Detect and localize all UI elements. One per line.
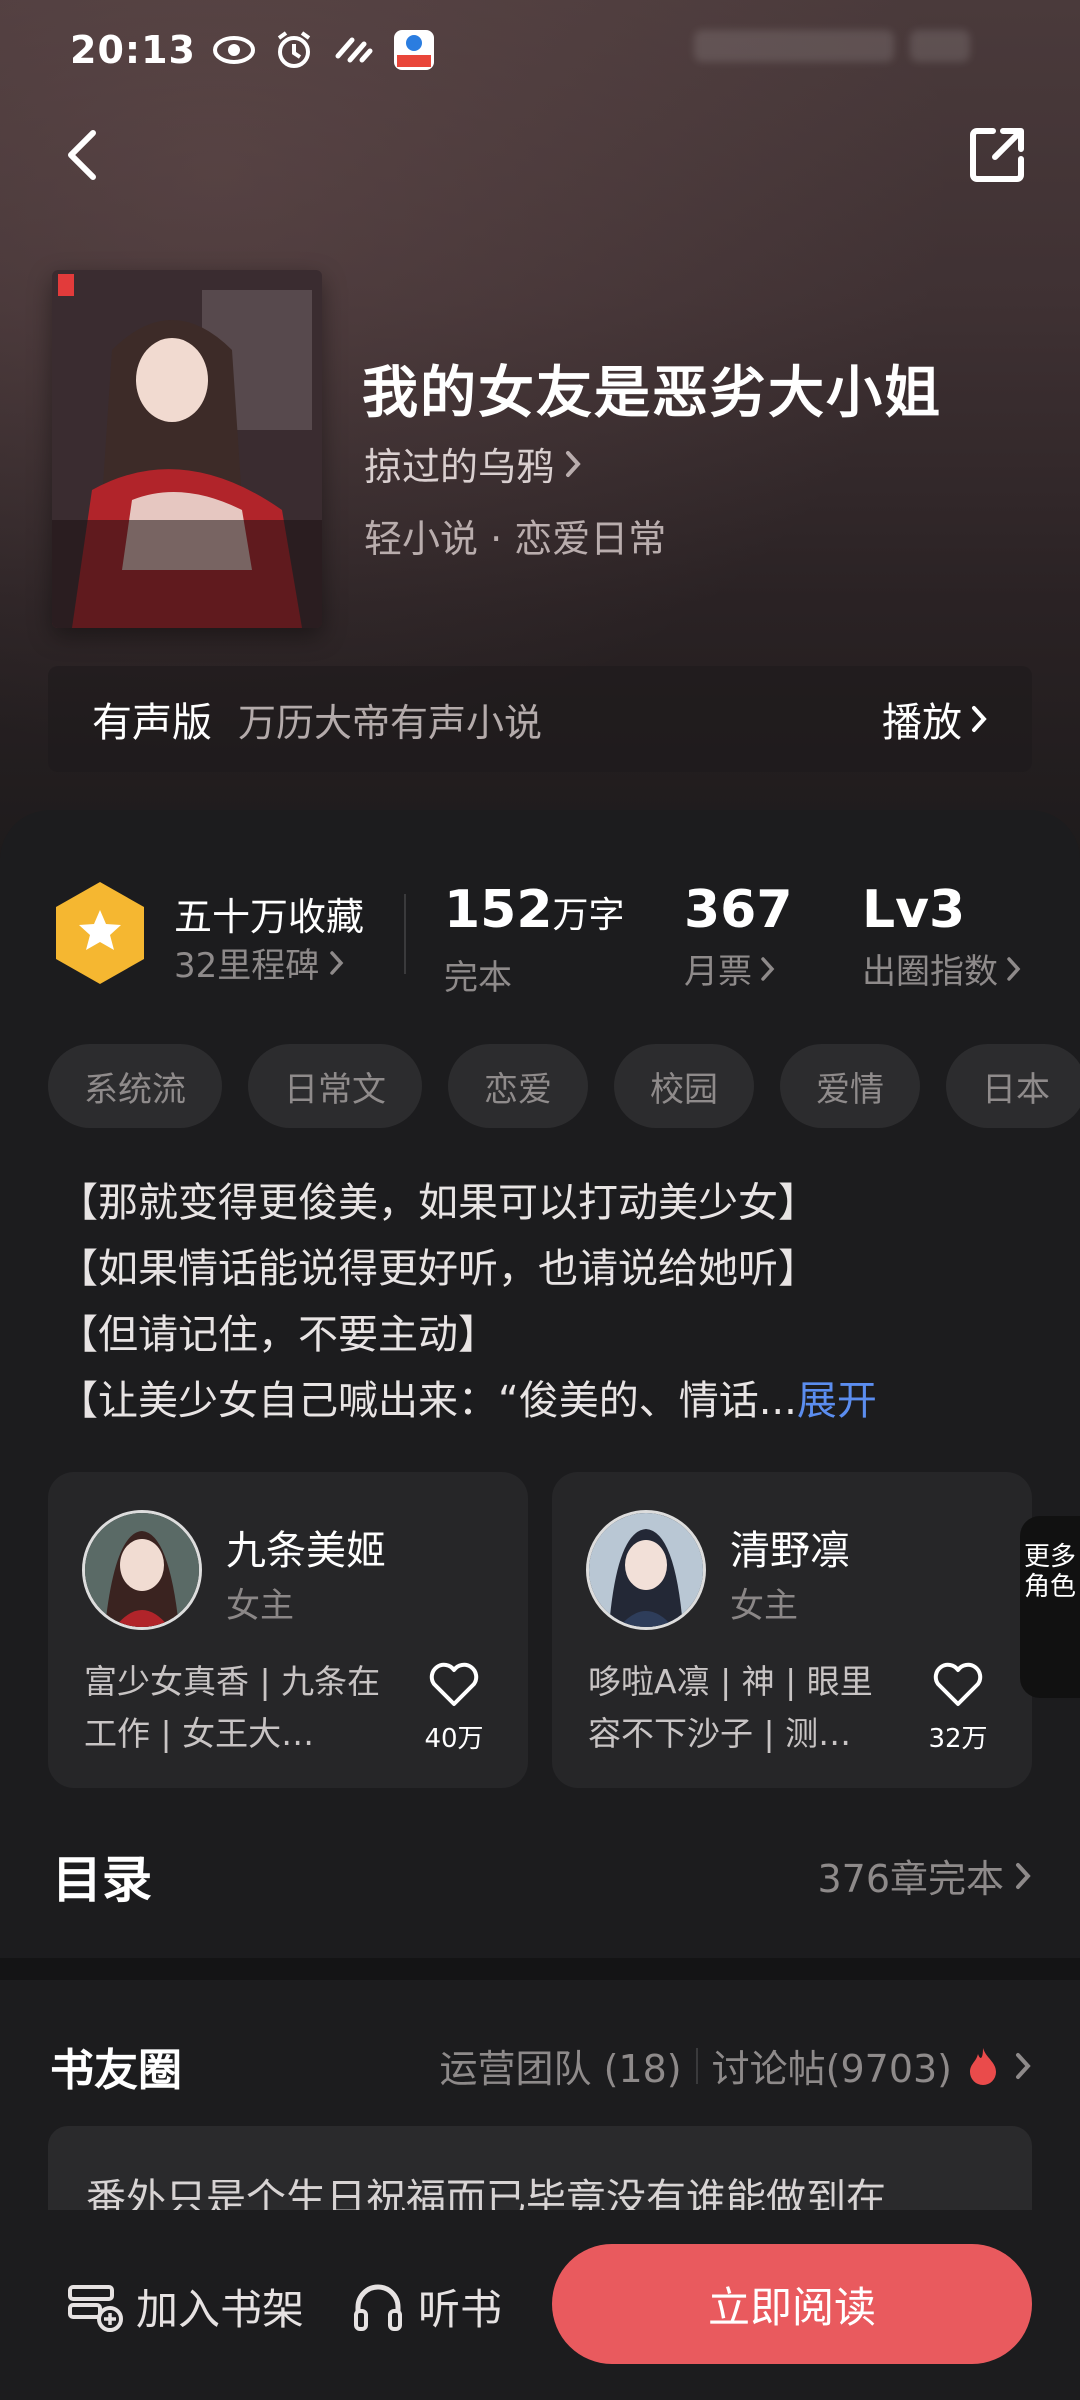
- popularity-stat[interactable]: Lv3 出圈指数: [862, 880, 1022, 993]
- character-name: 九条美姬: [226, 1528, 386, 1574]
- milestone-link[interactable]: 32里程碑: [174, 938, 345, 987]
- character-role: 女主: [730, 1586, 798, 1626]
- post-count: 讨论帖(9703): [711, 2047, 952, 2091]
- character-description: 哆啦A凛 | 神 | 眼里容不下沙子 | 测…: [588, 1662, 873, 1753]
- eye-icon: [212, 28, 256, 72]
- signal-icon: [332, 28, 376, 72]
- tag[interactable]: 系统流: [48, 1044, 222, 1128]
- monthly-ticket-stat[interactable]: 367 月票: [684, 880, 793, 993]
- audio-label: 有声版: [92, 700, 212, 746]
- chevron-right-icon: [1016, 2052, 1031, 2079]
- tag[interactable]: 日常文: [248, 1044, 422, 1128]
- toc-title: 目录: [52, 1851, 152, 1909]
- synopsis-line: 【如果情话能说得更好听，也请说给她听】: [58, 1246, 818, 1292]
- status-time: 20:13: [70, 28, 196, 72]
- bottom-action-bar: 加入书架 听书 立即阅读: [0, 2210, 1080, 2400]
- chevron-right-icon: [330, 950, 344, 975]
- fire-icon: [970, 2047, 996, 2085]
- character-card[interactable]: 九条美姬 女主 富少女真香 | 九条在工作 | 女王大… 40万: [48, 1472, 528, 1788]
- book-genre: 轻小说 · 恋爱日常: [364, 517, 667, 561]
- synopsis[interactable]: 【那就变得更俊美，如果可以打动美少女】 【如果情话能说得更好听，也请说给她听】 …: [58, 1170, 1018, 1434]
- alarm-icon: [272, 28, 316, 72]
- book-cover[interactable]: [52, 270, 322, 628]
- milestone-label: 32里程碑: [174, 946, 320, 986]
- expand-link[interactable]: 展开: [797, 1378, 877, 1424]
- author-link[interactable]: 掠过的乌鸦: [364, 436, 582, 491]
- chevron-left-icon: [68, 130, 96, 180]
- divider: [404, 894, 406, 974]
- blurred-battery: [910, 30, 970, 62]
- level: Lv3: [862, 880, 966, 940]
- chevron-right-icon: [566, 450, 581, 477]
- star-badge-icon: [56, 882, 144, 984]
- tag[interactable]: 爱情: [780, 1044, 920, 1128]
- tag[interactable]: 校园: [614, 1044, 754, 1128]
- circle-info: 运营团队 (18) 讨论帖(9703): [440, 2038, 1032, 2093]
- chevron-right-icon: [1016, 1862, 1031, 1889]
- avatar: [586, 1510, 706, 1630]
- book-title: 我的女友是恶劣大小姐: [362, 360, 942, 426]
- more-roles-button[interactable]: 更多角色: [1020, 1516, 1080, 1698]
- popularity-label: 出圈指数: [862, 952, 998, 992]
- chevron-right-icon: [761, 956, 775, 981]
- word-unit: 万字: [552, 895, 625, 936]
- character-description: 富少女真香 | 九条在工作 | 女王大…: [84, 1662, 381, 1753]
- word-count: 152: [444, 880, 553, 940]
- finished-status: 完本: [444, 958, 512, 998]
- play-label: 播放: [882, 700, 962, 746]
- toc-info: 376章完本: [817, 1848, 1032, 1903]
- headphones-icon: [354, 2284, 402, 2331]
- avatar: [82, 1510, 202, 1630]
- word-count-stat: 152万字 完本: [444, 880, 625, 999]
- play-button[interactable]: 播放: [882, 690, 988, 748]
- chevron-right-icon: [972, 706, 987, 732]
- share-icon: [970, 128, 1024, 182]
- ticket-count: 367: [684, 880, 793, 940]
- chapter-count: 376章完本: [817, 1857, 1004, 1901]
- ticket-label: 月票: [684, 952, 752, 992]
- app-icon: [392, 28, 436, 72]
- author-name: 掠过的乌鸦: [364, 445, 555, 489]
- shelf-label: 加入书架: [136, 2285, 305, 2334]
- synopsis-line: 【让美少女自己喊出来：“俊美的、情话...: [58, 1378, 797, 1424]
- character-role: 女主: [226, 1586, 294, 1626]
- character-card[interactable]: 清野凛 女主 哆啦A凛 | 神 | 眼里容不下沙子 | 测… 32万: [552, 1472, 1032, 1788]
- add-to-shelf-button[interactable]: 加入书架: [66, 2276, 304, 2337]
- bookshelf-add-icon: [68, 2284, 123, 2332]
- status-right: [694, 30, 970, 62]
- stats-row: 五十万收藏 32里程碑 152万字 完本 367 月票 Lv3 出圈指数: [52, 880, 1052, 998]
- synopsis-line: 【但请记住，不要主动】: [58, 1312, 498, 1358]
- section-separator: [0, 1958, 1080, 1980]
- divider: [695, 2047, 698, 2084]
- like-button[interactable]: 32万: [918, 1662, 998, 1755]
- share-button[interactable]: [962, 120, 1032, 190]
- listen-button[interactable]: 听书: [350, 2276, 502, 2337]
- heart-icon: [429, 1662, 479, 1706]
- character-name: 清野凛: [730, 1528, 850, 1574]
- tag-list: 系统流 日常文 恋爱 校园 爱情 日本: [48, 1044, 1080, 1128]
- audio-description: 万历大帝有声小说: [238, 700, 543, 745]
- listen-label: 听书: [418, 2285, 503, 2334]
- tag[interactable]: 日本: [946, 1044, 1080, 1128]
- chevron-right-icon: [1007, 956, 1021, 981]
- like-button[interactable]: 40万: [414, 1662, 494, 1755]
- blurred-status: [694, 30, 894, 62]
- synopsis-line: 【那就变得更俊美，如果可以打动美少女】: [58, 1180, 818, 1226]
- audio-version-bar[interactable]: 有声版 万历大帝有声小说 播放: [48, 666, 1032, 772]
- like-count: 32万: [928, 1724, 988, 1754]
- back-button[interactable]: [48, 120, 118, 190]
- collect-title: 五十万收藏: [174, 895, 365, 939]
- like-count: 40万: [424, 1724, 484, 1754]
- ops-team: 运营团队 (18): [439, 2047, 682, 2091]
- toc-row[interactable]: 目录 376章完本: [52, 1840, 1032, 1909]
- read-now-button[interactable]: 立即阅读: [552, 2244, 1032, 2364]
- status-bar: 20:13: [70, 26, 436, 74]
- heart-icon: [933, 1662, 983, 1706]
- circle-title: 书友圈: [50, 2045, 182, 2096]
- reader-circle-header[interactable]: 书友圈 运营团队 (18) 讨论帖(9703): [50, 2034, 1032, 2098]
- tag[interactable]: 恋爱: [448, 1044, 588, 1128]
